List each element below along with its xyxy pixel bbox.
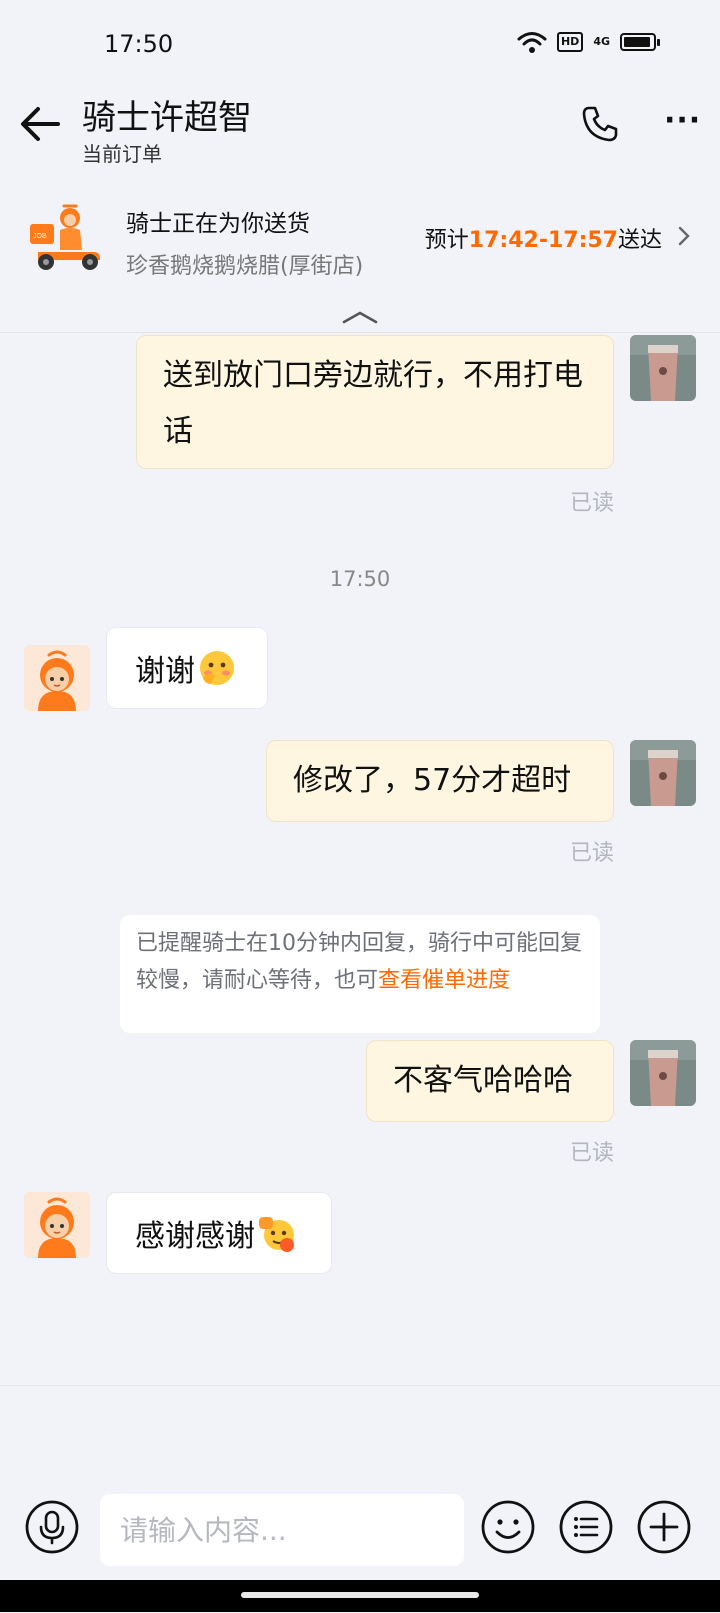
delivery-status-text: 骑士正在为你送货 [126, 211, 310, 237]
check-urge-progress-link[interactable]: 查看催单进度 [378, 968, 510, 993]
network-4g-icon: 4G [593, 35, 610, 48]
chat-message-list[interactable]: 送到放门口旁边就行，不用打电话 已读 17:50 谢谢 修改了，57分才超时 已… [0, 333, 720, 1383]
battery-icon [620, 33, 660, 51]
incoming-message-bubble[interactable]: 感谢感谢 [106, 1192, 332, 1274]
outgoing-message-bubble[interactable]: 送到放门口旁边就行，不用打电话 [136, 335, 614, 469]
message-text: 谢谢 [135, 654, 195, 689]
svg-text:JOB: JOB [33, 233, 47, 240]
tea-cup-photo [630, 740, 696, 806]
back-arrow-icon[interactable] [14, 98, 66, 150]
rider-avatar[interactable] [24, 645, 90, 711]
read-receipt: 已读 [570, 841, 615, 866]
page-subtitle[interactable]: 当前订单 [82, 138, 162, 167]
delivery-rider-illustration: JOB [30, 204, 100, 270]
rider-cartoon-avatar [24, 1192, 90, 1258]
battery-level [624, 37, 651, 47]
outgoing-message-bubble[interactable]: 修改了，57分才超时 [266, 740, 614, 822]
chat-header: 骑士许超智 当前订单 ··· [0, 88, 720, 178]
emoji-icon[interactable] [480, 1499, 536, 1555]
read-receipt: 已读 [570, 491, 615, 516]
plus-icon[interactable] [636, 1499, 692, 1555]
tea-cup-photo [630, 335, 696, 401]
eta-text: 预计17:42-17:57送达 [425, 222, 662, 254]
blushing-emoji-icon [200, 651, 234, 685]
more-options-icon[interactable]: ··· [664, 106, 701, 136]
system-note-text: 已提醒骑士在10分钟内回复，骑行中可能回复较慢，请耐心等待，也可 [136, 931, 582, 993]
page-title: 骑士许超智 [82, 98, 252, 138]
status-bar: 17:50 HD 4G [0, 0, 720, 88]
wifi-icon [517, 32, 547, 53]
shop-name: 珍香鹅烧鹅烧腊(厚街店) [126, 254, 364, 279]
eta-suffix: 送达 [617, 228, 662, 253]
message-input[interactable] [100, 1494, 464, 1566]
quick-phrases-list-icon[interactable] [558, 1499, 614, 1555]
chevron-up-icon[interactable] [340, 310, 380, 324]
incoming-message-bubble[interactable]: 谢谢 [106, 627, 268, 709]
message-text: 感谢感谢 [135, 1219, 255, 1254]
message-timestamp: 17:50 [329, 567, 391, 591]
read-receipt: 已读 [570, 1141, 615, 1166]
status-icons: HD 4G [517, 30, 660, 54]
fist-bump-emoji-icon [259, 1217, 294, 1252]
status-time: 17:50 [104, 30, 174, 58]
eta-time: 17:42-17:57 [468, 228, 618, 253]
navigation-bar [0, 1580, 720, 1612]
outgoing-message-bubble[interactable]: 不客气哈哈哈 [366, 1040, 614, 1122]
chevron-right-icon[interactable] [676, 224, 692, 248]
rider-cartoon-avatar [24, 645, 90, 711]
rider-avatar[interactable] [24, 1192, 90, 1258]
delivery-status-card[interactable]: JOB 骑士正在为你送货 珍香鹅烧鹅烧腊(厚街店) 预计17:42-17:57送… [0, 182, 720, 333]
home-indicator[interactable] [241, 1592, 479, 1598]
eta-prefix: 预计 [424, 228, 469, 253]
user-avatar[interactable] [630, 335, 696, 401]
tea-cup-photo [630, 1040, 696, 1106]
hd-icon: HD [556, 32, 584, 52]
phone-icon[interactable] [580, 104, 620, 144]
user-avatar[interactable] [630, 1040, 696, 1106]
message-input-bar [0, 1385, 720, 1613]
user-avatar[interactable] [630, 740, 696, 806]
microphone-icon[interactable] [24, 1499, 80, 1555]
system-reminder-note: 已提醒骑士在10分钟内回复，骑行中可能回复较慢，请耐心等待，也可查看催单进度 [120, 915, 600, 1033]
